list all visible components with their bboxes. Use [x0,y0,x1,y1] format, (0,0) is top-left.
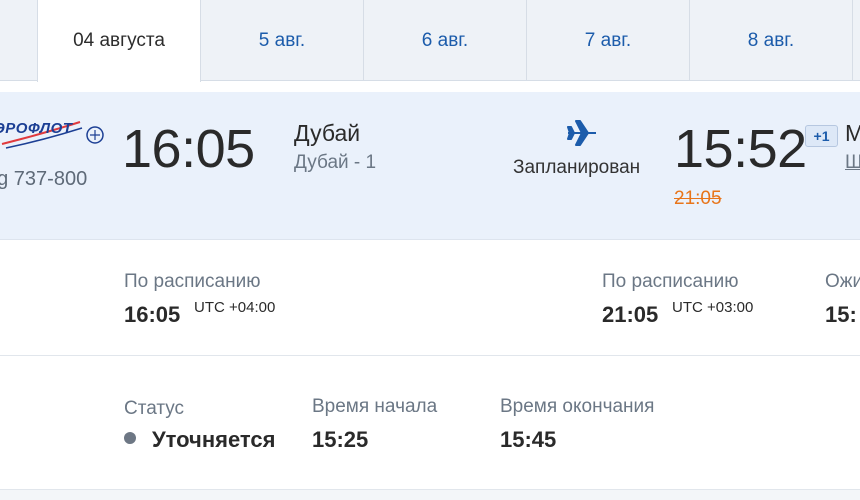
status-label: Статус [124,398,185,419]
arrival-old-time: 21:05 [674,188,722,209]
boarding-start-label: Время начала [312,396,438,417]
boarding-start-time: 15:25 [312,427,369,452]
arrival-scheduled-time: 21:05 [602,302,659,327]
departure-terminal: Дубай - 1 [294,152,377,173]
departure-city: Дубай [294,120,361,146]
departure-scheduled-time: 16:05 [124,302,181,327]
aircraft-type: ng 737-800 [0,168,88,190]
tab-date-1[interactable]: 5 авг. [201,0,364,81]
departure-time: 16:05 [122,119,255,179]
boarding-end-time: 15:45 [500,427,557,452]
arrival-expected-label: Ожи [825,271,860,292]
airline-logo-text: ЭРОФЛОТ [0,120,73,137]
tab-prev-partial[interactable] [0,0,38,81]
arrival-terminal-link[interactable]: Ш [845,152,860,174]
plane-icon [567,120,596,146]
tab-date-3[interactable]: 7 авг. [527,0,690,81]
departure-scheduled-label: По расписанию [124,271,261,292]
tab-date-0[interactable]: 04 августа [37,0,201,82]
date-tabs: 04 августа 5 авг. 6 авг. 7 авг. 8 авг. [0,0,860,82]
arrival-scheduled-label: По расписанию [602,271,739,292]
boarding-end-label: Время окончания [500,396,655,417]
tab-date-2[interactable]: 6 авг. [364,0,527,81]
bottom-divider [0,489,860,500]
arrival-expected-time: 15: [825,302,857,327]
status-value: Уточняется [152,427,276,452]
departure-timezone: UTC +04:00 [194,299,276,316]
status-indicator-icon [124,432,136,444]
flight-status: Запланирован [513,157,641,178]
arrival-city: М [845,120,860,146]
arrival-time: 15:52 [674,119,807,179]
tab-date-4[interactable]: 8 авг. [690,0,853,81]
day-offset-badge: +1 [805,125,838,147]
arrival-timezone: UTC +03:00 [672,299,754,316]
